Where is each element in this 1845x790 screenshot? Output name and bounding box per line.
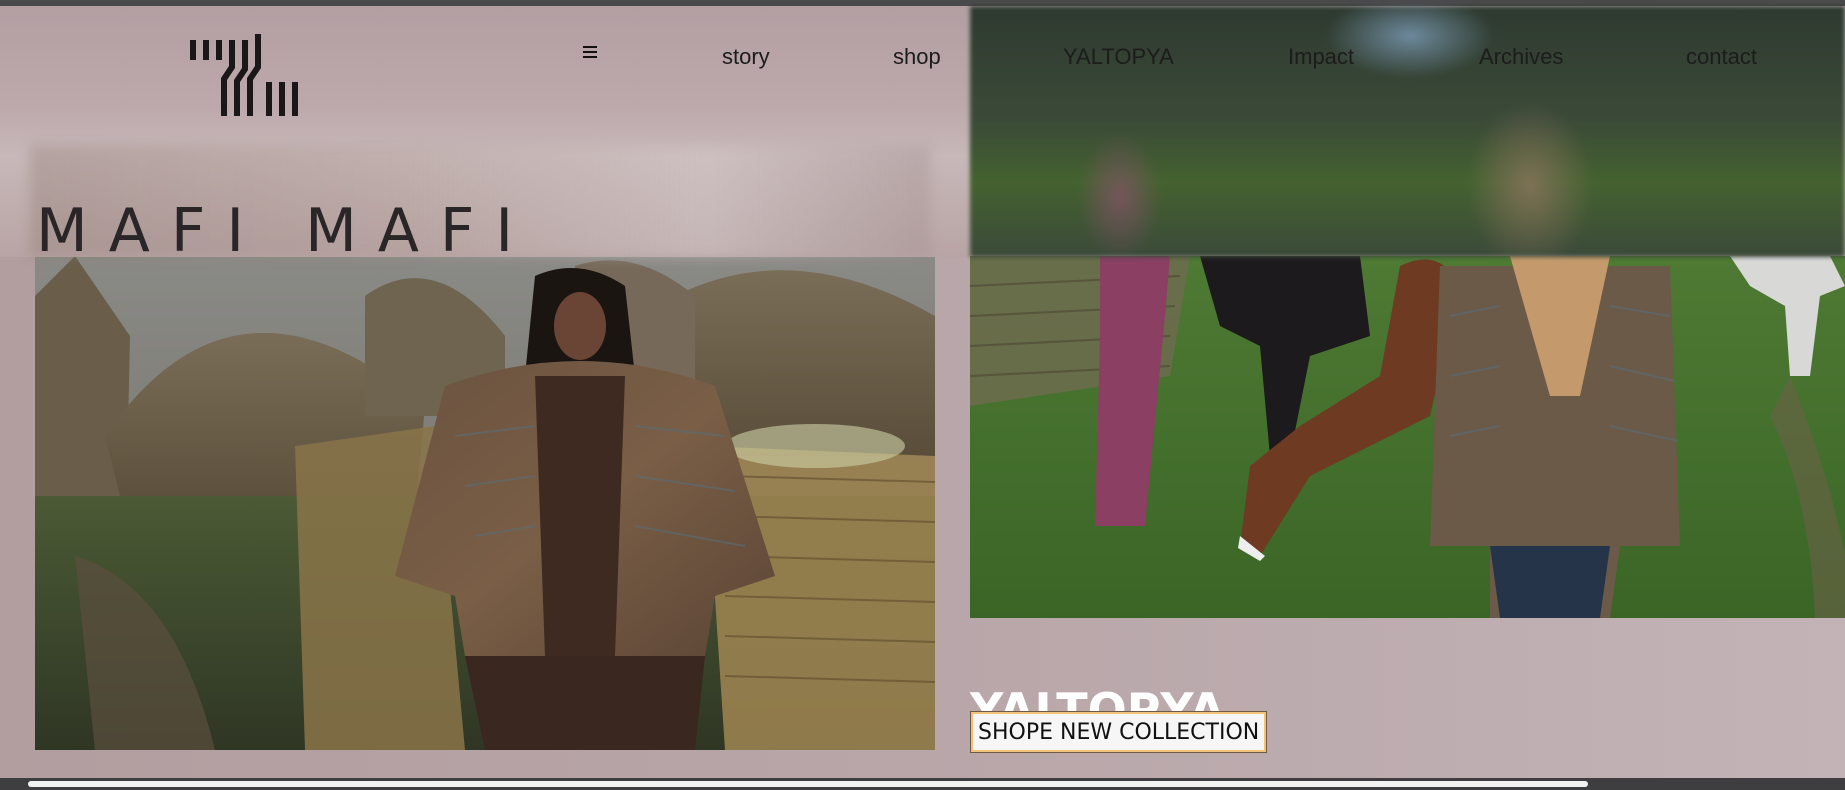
nav-item-story[interactable]: story — [722, 44, 770, 70]
brand-logo[interactable] — [190, 34, 308, 116]
nav-item-yaltopya[interactable]: YALTOPYA — [1063, 44, 1174, 70]
brand-title: MAFI MAFI — [36, 196, 535, 267]
site-header: story shop YALTOPYA Impact Archives cont… — [0, 6, 1845, 266]
people-with-horses-photo — [970, 256, 1845, 618]
hero-right-photo — [970, 256, 1845, 618]
scrollbar-thumb[interactable] — [28, 781, 1588, 787]
hero-left-photo — [35, 256, 935, 750]
nav-item-impact[interactable]: Impact — [1288, 44, 1354, 70]
shop-new-collection-button[interactable]: SHOPE NEW COLLECTION — [969, 711, 1268, 753]
nav-item-archives[interactable]: Archives — [1479, 44, 1563, 70]
nav-item-contact[interactable]: contact — [1686, 44, 1757, 70]
hamburger-icon[interactable] — [582, 40, 602, 64]
mafi-mafi-logo-icon — [190, 34, 298, 116]
nav-item-shop[interactable]: shop — [893, 44, 941, 70]
horizontal-scrollbar[interactable] — [0, 778, 1845, 790]
woman-in-jacket-photo — [35, 256, 935, 750]
